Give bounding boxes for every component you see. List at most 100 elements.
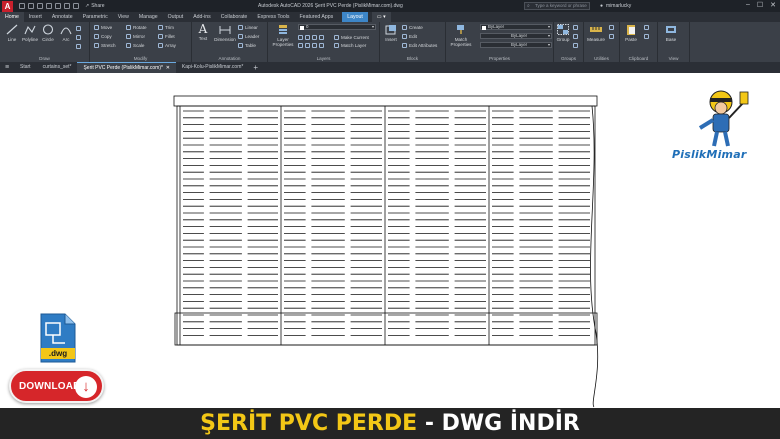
insert-label: Insert — [385, 37, 397, 42]
tab-add-ins[interactable]: Add-ins — [188, 12, 216, 22]
copy-clip-icon[interactable] — [644, 24, 649, 31]
edit-block-button[interactable]: Edit — [402, 33, 417, 40]
base-view-button[interactable]: Base — [660, 24, 682, 42]
rotate-button[interactable]: Rotate — [126, 24, 147, 31]
tab-manage[interactable]: Manage — [134, 12, 163, 22]
tab-express-tools[interactable]: Express Tools — [252, 12, 294, 22]
doc-tab-serit-pvc-perde[interactable]: Şerit PVC Perde (PislikMimar.com)* ✕ — [77, 62, 176, 73]
panel-view-title[interactable]: View — [658, 56, 689, 61]
doc-tab-kapi-kolu[interactable]: Kapi-Kolu-PislikMimar.com* — [176, 62, 249, 73]
measure-button[interactable]: Measure — [584, 24, 608, 42]
drawing-canvas[interactable] — [0, 73, 780, 408]
tab-home[interactable]: Home — [0, 12, 24, 22]
ribbon-options-button[interactable]: ▭ ▾ — [371, 12, 391, 22]
layer-walk-icon[interactable] — [312, 43, 317, 48]
layer-freeze-icon[interactable] — [312, 35, 317, 40]
close-button[interactable]: ✕ — [770, 1, 776, 9]
color-dropdown[interactable]: ByLayer ▾ — [480, 24, 552, 30]
layer-isolate-icon[interactable] — [305, 35, 310, 40]
layer-off-icon[interactable] — [298, 35, 303, 40]
user-account[interactable]: ● mimarlucky — [600, 3, 631, 9]
doc-tab-curtains[interactable]: curtains_set* — [37, 62, 78, 73]
layer-previous-icon[interactable] — [305, 43, 310, 48]
tab-view[interactable]: View — [113, 12, 134, 22]
leader-dropdown[interactable]: Leader — [238, 33, 259, 40]
fillet-button[interactable]: Fillet — [158, 33, 175, 40]
tab-insert[interactable]: Insert — [24, 12, 47, 22]
arc-button[interactable]: Arc — [54, 24, 78, 42]
move-button[interactable]: Move — [94, 24, 112, 31]
tab-layout[interactable]: Layout — [342, 12, 368, 22]
edit-attributes-button[interactable]: Edit Attributes — [402, 42, 437, 49]
match-properties-button[interactable]: Match Properties — [448, 24, 474, 47]
trim-button[interactable]: Trim — [158, 24, 174, 31]
mirror-button[interactable]: Mirror — [126, 33, 145, 40]
panel-groups-title[interactable]: Groups — [554, 56, 583, 61]
insert-button[interactable]: Insert — [380, 24, 402, 42]
download-button[interactable]: DOWNLOAD ↓ — [9, 369, 104, 403]
new-tab-button[interactable]: + — [249, 63, 262, 72]
hamburger-menu-icon[interactable]: ≡ — [0, 64, 14, 71]
minimize-button[interactable]: – — [746, 1, 750, 9]
stretch-button[interactable]: Stretch — [94, 42, 116, 49]
arc-label: Arc — [62, 37, 70, 42]
new-file-icon[interactable] — [19, 3, 25, 9]
tab-collaborate[interactable]: Collaborate — [216, 12, 253, 22]
undo-icon[interactable] — [64, 3, 70, 9]
document-tabs: ≡ Start curtains_set* Şerit PVC Perde (P… — [0, 62, 780, 73]
match-layer-label: Match Layer — [341, 43, 367, 48]
dimension-button[interactable]: Dimension — [212, 24, 238, 42]
lineweight-dropdown[interactable]: ByLayer ▾ — [480, 33, 552, 39]
close-tab-icon[interactable]: ✕ — [164, 65, 170, 71]
redo-icon[interactable] — [73, 3, 79, 9]
linear-dropdown[interactable]: Linear — [238, 24, 258, 31]
group-edit-icon[interactable] — [573, 33, 578, 40]
rectangle-icon[interactable] — [76, 43, 81, 50]
scale-button[interactable]: Scale — [126, 42, 145, 49]
ungroup-icon[interactable] — [573, 24, 578, 31]
make-current-button[interactable]: Make Current — [334, 34, 369, 41]
array-button[interactable]: Array — [158, 42, 176, 49]
doc-tab-start[interactable]: Start — [14, 62, 37, 73]
panel-layers-title[interactable]: Layers — [268, 56, 379, 61]
layer-match-icon[interactable] — [298, 43, 303, 48]
panel-draw-title[interactable]: Draw — [0, 56, 89, 61]
open-file-icon[interactable] — [28, 3, 34, 9]
layer-lock-icon[interactable] — [319, 35, 324, 40]
tab-featured-apps[interactable]: Featured Apps — [295, 12, 339, 22]
draw-more-icon[interactable] — [76, 25, 81, 32]
quick-select-icon[interactable] — [609, 24, 614, 31]
table-button[interactable]: Table — [238, 42, 256, 49]
title-banner: ŞERİT PVC PERDE - DWG İNDİR — [0, 408, 780, 439]
layer-dropdown[interactable]: 0 ▾ — [298, 24, 376, 30]
group-select-icon[interactable] — [573, 42, 578, 49]
panel-modify-title[interactable]: Modify — [90, 56, 191, 61]
layer-properties-button[interactable]: Layer Properties — [270, 24, 296, 47]
maximize-button[interactable]: ☐ — [757, 1, 763, 9]
match-layer-button[interactable]: Match Layer — [334, 42, 366, 49]
autocad-logo-icon[interactable]: A — [2, 0, 13, 12]
print-icon[interactable] — [55, 3, 61, 9]
tab-output[interactable]: Output — [163, 12, 189, 22]
tab-parametric[interactable]: Parametric — [78, 12, 113, 22]
layer-unisolate-icon[interactable] — [319, 43, 324, 48]
text-button[interactable]: A Text — [192, 23, 214, 41]
paste-button[interactable]: Paste — [620, 24, 642, 42]
create-block-button[interactable]: Create — [402, 24, 423, 31]
share-button[interactable]: ↗ Share — [85, 3, 105, 9]
panel-utilities-title[interactable]: Utilities — [584, 56, 619, 61]
panel-properties-title[interactable]: Properties — [446, 56, 553, 61]
search-input[interactable]: ⌕ Type a keyword or phrase — [524, 2, 590, 10]
panel-clipboard-title[interactable]: Clipboard — [620, 56, 657, 61]
tab-annotate[interactable]: Annotate — [47, 12, 78, 22]
panel-annotation-title[interactable]: Annotation — [192, 56, 267, 61]
save-as-icon[interactable] — [46, 3, 52, 9]
save-icon[interactable] — [37, 3, 43, 9]
hatch-icon[interactable] — [76, 34, 81, 41]
calculator-icon[interactable] — [609, 33, 614, 40]
linetype-dropdown[interactable]: ByLayer ▾ — [480, 42, 552, 48]
copy-button[interactable]: Copy — [94, 33, 112, 40]
cut-icon[interactable] — [644, 33, 649, 40]
group-button[interactable]: Group — [554, 24, 572, 42]
panel-block-title[interactable]: Block — [380, 56, 445, 61]
